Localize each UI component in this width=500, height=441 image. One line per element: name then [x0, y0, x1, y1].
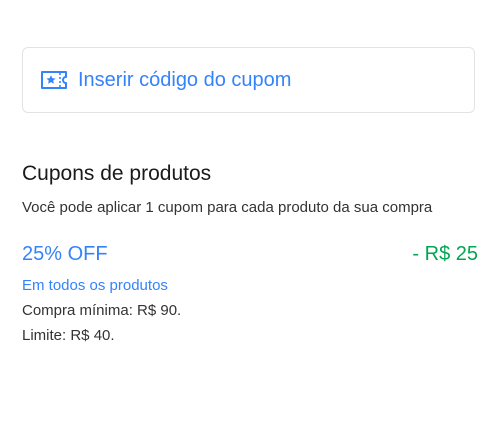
coupon-minimum: Compra mínima: R$ 90. — [22, 302, 182, 319]
section-subtitle: Você pode aplicar 1 cupom para cada prod… — [22, 199, 433, 216]
section-title: Cupons de produtos — [22, 162, 212, 185]
coupon-name: 25% OFF — [22, 243, 108, 265]
ticket-star-icon — [40, 69, 68, 91]
coupon-input-label: Inserir código do cupom — [78, 68, 292, 91]
insert-coupon-code-button[interactable]: Inserir código do cupom — [22, 47, 475, 113]
coupon-scope: Em todos os produtos — [22, 277, 168, 294]
coupon-limit: Limite: R$ 40. — [22, 327, 115, 344]
coupon-discount: - R$ 25 — [412, 243, 478, 265]
